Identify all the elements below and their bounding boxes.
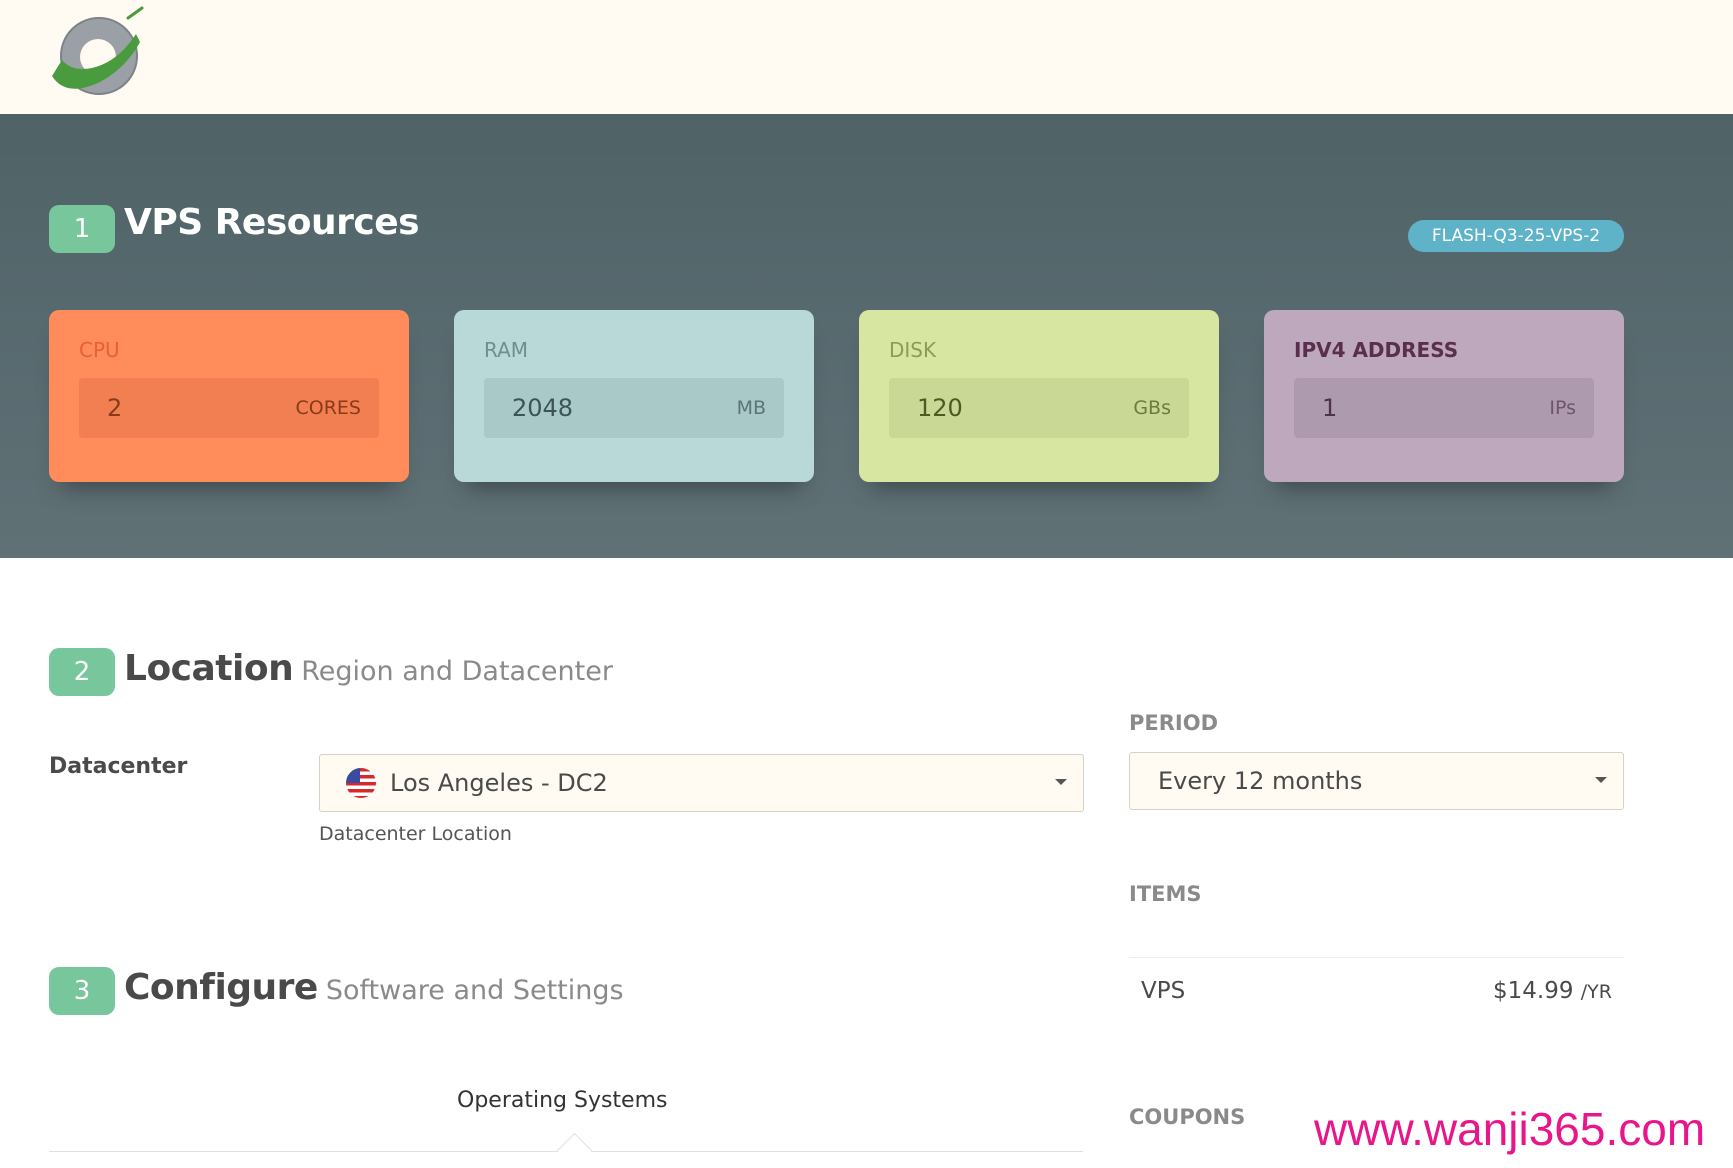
items-label: ITEMS <box>1129 882 1202 906</box>
datacenter-help-text: Datacenter Location <box>319 823 512 845</box>
chevron-down-icon <box>1055 779 1067 785</box>
items-divider <box>1129 957 1624 958</box>
ram-input[interactable]: 2048 MB <box>484 378 784 438</box>
swoosh-logo[interactable] <box>48 4 144 100</box>
disk-input[interactable]: 120 GBs <box>889 378 1189 438</box>
cpu-unit: CORES <box>295 397 362 419</box>
ram-card: RAM 2048 MB <box>454 310 814 482</box>
datacenter-value: Los Angeles - DC2 <box>390 769 608 797</box>
disk-value: 120 <box>917 394 963 422</box>
cpu-label: CPU <box>79 338 120 362</box>
location-subtitle: Region and Datacenter <box>301 656 613 687</box>
configure-subtitle: Software and Settings <box>325 975 624 1006</box>
cpu-value: 2 <box>107 394 123 422</box>
location-title: Location <box>124 648 294 689</box>
ipv4-unit: IPs <box>1549 397 1576 419</box>
promo-code-badge: FLASH-Q3-25-VPS-2 <box>1408 220 1624 252</box>
vps-resources-section: 1 VPS Resources FLASH-Q3-25-VPS-2 CPU 2 … <box>0 114 1733 558</box>
list-item-price: $14.99 /YR <box>1493 978 1612 1004</box>
cpu-input[interactable]: 2 CORES <box>79 378 379 438</box>
ipv4-input[interactable]: 1 IPs <box>1294 378 1594 438</box>
period-label: PERIOD <box>1129 711 1219 735</box>
section-title-vps-resources: VPS Resources <box>124 202 420 243</box>
ipv4-value: 1 <box>1322 394 1338 422</box>
period-select[interactable]: Every 12 months <box>1129 752 1624 810</box>
ipv4-card: IPV4 ADDRESS 1 IPs <box>1264 310 1624 482</box>
list-item-name: VPS <box>1141 978 1186 1004</box>
step-badge-2: 2 <box>49 648 115 696</box>
item-price-period: /YR <box>1580 981 1612 1003</box>
tab-active-indicator <box>556 1132 593 1168</box>
ram-value: 2048 <box>512 394 574 422</box>
coupons-label: COUPONS <box>1129 1105 1246 1129</box>
disk-card: DISK 120 GBs <box>859 310 1219 482</box>
us-flag-icon <box>346 768 376 798</box>
configure-title: Configure <box>124 967 318 1008</box>
ram-label: RAM <box>484 338 529 362</box>
datacenter-label: Datacenter <box>49 754 188 779</box>
disk-label: DISK <box>889 338 937 362</box>
disk-unit: GBs <box>1133 397 1171 419</box>
ram-unit: MB <box>736 397 766 419</box>
period-value: Every 12 months <box>1158 767 1363 795</box>
section-title-location: Location Region and Datacenter <box>124 648 613 689</box>
datacenter-select[interactable]: Los Angeles - DC2 <box>319 754 1084 812</box>
step-badge-3: 3 <box>49 967 115 1015</box>
item-price-amount: $14.99 <box>1492 978 1574 1004</box>
tab-operating-systems[interactable]: Operating Systems <box>457 1088 667 1113</box>
watermark-text: www.wanji365.com <box>1314 1103 1706 1155</box>
chevron-down-icon <box>1595 777 1607 783</box>
cpu-card: CPU 2 CORES <box>49 310 409 482</box>
top-header <box>0 0 1733 114</box>
section-title-configure: Configure Software and Settings <box>124 967 624 1008</box>
ipv4-label: IPV4 ADDRESS <box>1294 338 1459 362</box>
step-badge-1: 1 <box>49 205 115 253</box>
